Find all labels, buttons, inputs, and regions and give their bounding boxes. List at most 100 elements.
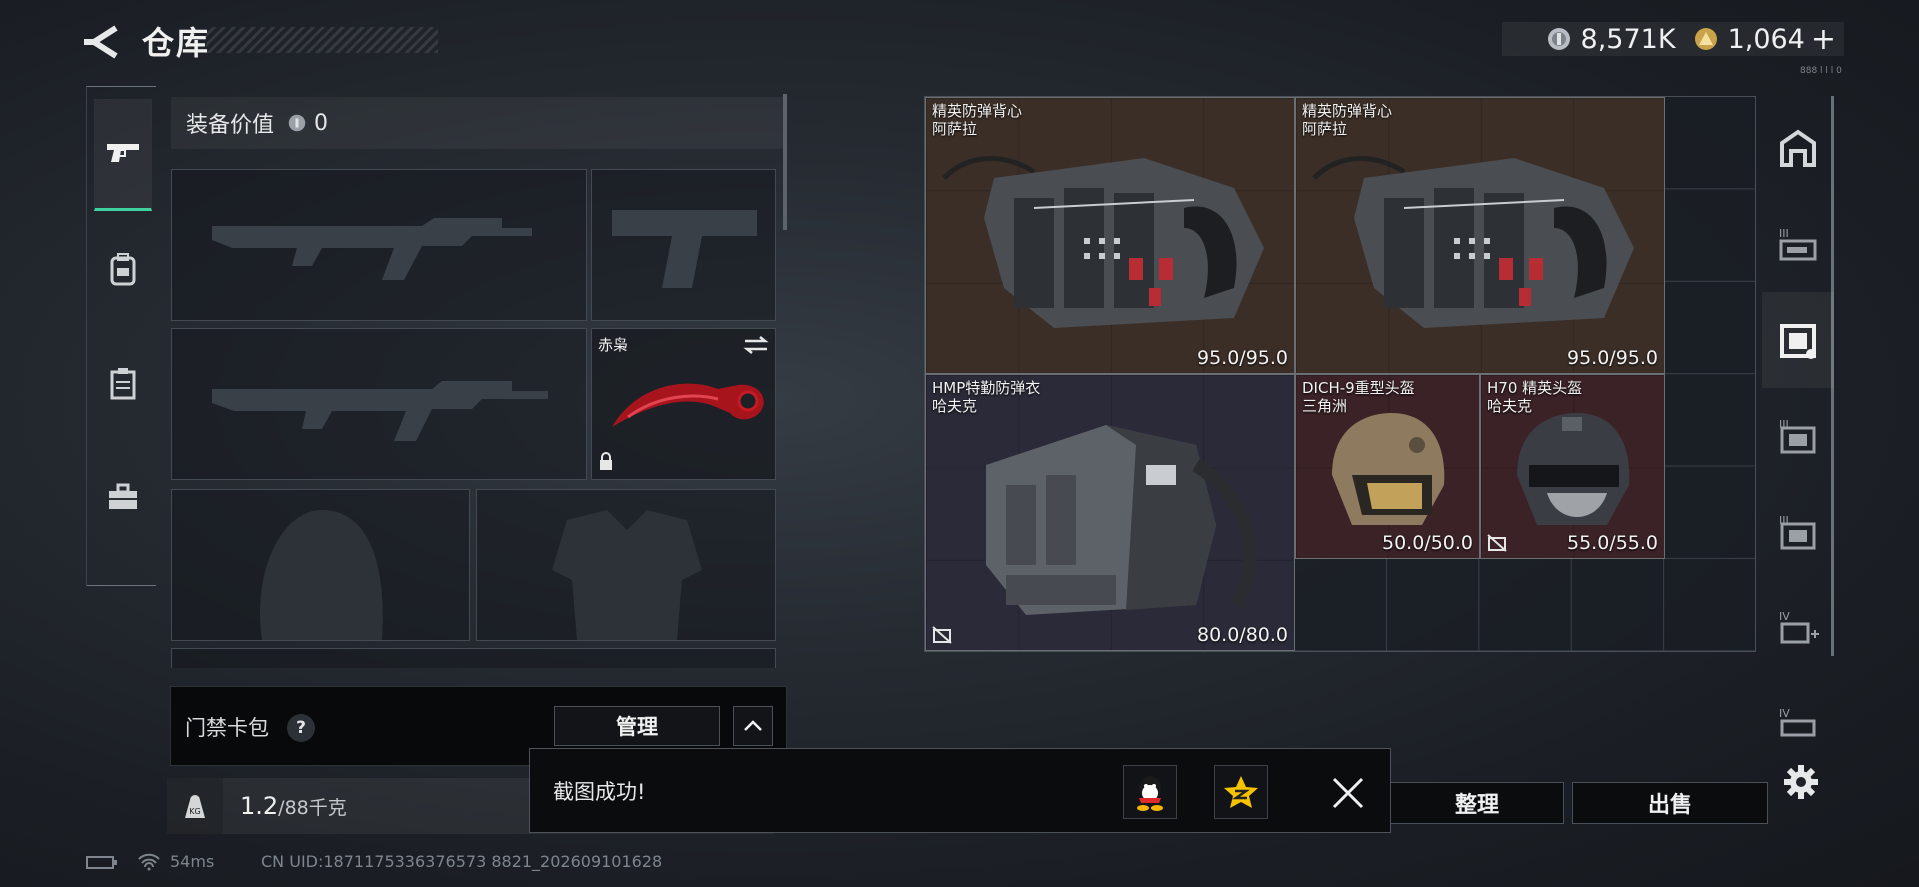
dich9-helmet-image-icon bbox=[1332, 413, 1445, 525]
stash-page-3d[interactable]: III bbox=[1762, 484, 1834, 580]
lock-icon bbox=[600, 452, 612, 470]
pistol-slot[interactable] bbox=[591, 169, 776, 321]
sell-button[interactable]: 出售 bbox=[1572, 782, 1768, 824]
h70-helmet-image-icon bbox=[1517, 413, 1630, 525]
melee-slot[interactable]: 赤枭 bbox=[591, 328, 776, 480]
toast-message: 截图成功! bbox=[553, 780, 646, 804]
elite-vest-image-icon bbox=[942, 156, 1264, 328]
stash-item[interactable]: HMP特勤防弹衣 哈夫克 80.0/80.0 bbox=[925, 374, 1295, 651]
title-stripe bbox=[206, 27, 438, 53]
sort-button[interactable]: 整理 bbox=[1390, 782, 1564, 824]
chevron-up-icon bbox=[744, 720, 762, 731]
backpack-slot[interactable] bbox=[171, 648, 776, 668]
elite-vest-image-icon bbox=[1312, 156, 1634, 328]
stash-page-all[interactable] bbox=[1762, 100, 1834, 196]
item-durability: 95.0/95.0 bbox=[1196, 347, 1288, 369]
ping-text: 54ms bbox=[170, 852, 215, 871]
weight-text: 1.2/88千克 bbox=[240, 792, 347, 820]
weight-kg-icon: KG bbox=[167, 778, 223, 834]
equipment-value-label: 装备价值 bbox=[186, 113, 275, 138]
equipment-value-amount: 0 bbox=[314, 110, 329, 136]
stash-page-nav: III III III IV bbox=[1762, 96, 1834, 656]
add-currency-button[interactable]: + bbox=[1811, 22, 1836, 57]
qq-icon bbox=[1137, 776, 1163, 811]
stash-tab-icon bbox=[1780, 324, 1816, 359]
stash-page-3c[interactable]: III bbox=[1762, 388, 1834, 484]
stash-page-3a[interactable]: III bbox=[1762, 196, 1834, 292]
item-durability: 50.0/50.0 bbox=[1381, 532, 1473, 554]
item-name: 精英防弹背心 阿萨拉 bbox=[1302, 102, 1393, 138]
nav-weapons[interactable] bbox=[94, 99, 152, 211]
case-icon bbox=[110, 368, 136, 400]
svg-text:IV: IV bbox=[1779, 707, 1790, 720]
rifle-silhouette-icon bbox=[212, 381, 548, 441]
collapse-button[interactable] bbox=[733, 706, 773, 746]
battery-icon bbox=[86, 855, 117, 869]
equipment-value-bar: 装备价值 0 bbox=[171, 97, 783, 149]
armor-slot[interactable] bbox=[476, 489, 776, 641]
page-title: 仓库 bbox=[142, 24, 211, 62]
currency-bar: 8,571K 1,064 + bbox=[1502, 22, 1844, 57]
backpack-icon bbox=[110, 253, 136, 286]
hmp-carrier-image-icon bbox=[986, 425, 1257, 615]
stash-tab-icon: III bbox=[1779, 514, 1816, 550]
pistol-icon bbox=[107, 144, 139, 162]
stash-page-4a[interactable]: IV bbox=[1762, 580, 1834, 676]
stash-tab-icon: III bbox=[1779, 227, 1817, 261]
item-durability: 80.0/80.0 bbox=[1196, 624, 1288, 646]
status-bar: 54ms bbox=[86, 852, 214, 871]
primary-weapon-slot[interactable] bbox=[171, 169, 587, 321]
rifle-silhouette-icon bbox=[212, 218, 532, 280]
svg-text:IV: IV bbox=[1779, 610, 1790, 623]
silver-coin-icon bbox=[1547, 28, 1570, 50]
nav-toolbox[interactable] bbox=[94, 441, 152, 553]
help-button[interactable]: ? bbox=[287, 714, 315, 742]
item-durability: 95.0/95.0 bbox=[1566, 347, 1658, 369]
tiny-version-text: 888 l l l 0 bbox=[1800, 66, 1842, 76]
karambit-knife-icon bbox=[612, 383, 764, 427]
no-insurance-icon bbox=[1487, 534, 1507, 552]
silver-coin-icon bbox=[288, 114, 306, 132]
loadout-scrollbar[interactable] bbox=[783, 94, 787, 230]
card-pack-label: 门禁卡包 bbox=[185, 716, 269, 740]
stash-item[interactable]: 精英防弹背心 阿萨拉 95.0/95.0 bbox=[1295, 97, 1665, 374]
svg-text:KG: KG bbox=[189, 807, 200, 816]
wifi-icon bbox=[138, 853, 160, 870]
stash-page-3b[interactable] bbox=[1762, 292, 1834, 388]
stash-tab-add-icon: IV bbox=[1779, 610, 1819, 644]
close-icon[interactable] bbox=[1330, 775, 1366, 811]
weight-value: 1.2 bbox=[240, 792, 279, 820]
gear-icon[interactable] bbox=[1783, 764, 1819, 800]
nav-container[interactable] bbox=[94, 327, 152, 439]
nav-gear[interactable] bbox=[94, 213, 152, 325]
helmet-slot[interactable] bbox=[171, 489, 470, 641]
swap-arrows-icon[interactable] bbox=[743, 335, 769, 355]
stash-item[interactable]: 精英防弹背心 阿萨拉 95.0/95.0 bbox=[925, 97, 1295, 374]
helmet-silhouette-icon bbox=[260, 510, 383, 640]
briefcase-icon bbox=[109, 483, 137, 509]
stash-item[interactable]: H70 精英头盔 哈夫克 55.0/55.0 bbox=[1480, 374, 1665, 559]
gold-amount: 1,064 bbox=[1727, 23, 1805, 55]
share-qq-button[interactable] bbox=[1123, 765, 1177, 819]
weight-capacity: /88千克 bbox=[278, 797, 347, 819]
pistol-silhouette-icon bbox=[612, 210, 757, 288]
melee-name: 赤枭 bbox=[598, 336, 629, 354]
stash-tab-icon: IV bbox=[1779, 707, 1816, 737]
stash-page-4b[interactable]: IV bbox=[1762, 690, 1834, 760]
item-durability: 55.0/55.0 bbox=[1566, 532, 1658, 554]
back-arrow-icon[interactable] bbox=[84, 22, 120, 62]
secondary-weapon-slot[interactable] bbox=[171, 328, 587, 480]
stash-tab-icon: III bbox=[1779, 418, 1816, 454]
stash-item[interactable]: DICH-9重型头盔 三角洲 50.0/50.0 bbox=[1295, 374, 1480, 559]
vest-silhouette-icon bbox=[552, 510, 702, 640]
qzone-star-icon bbox=[1224, 776, 1258, 808]
no-insurance-icon bbox=[932, 626, 952, 644]
stash-home-icon bbox=[1780, 129, 1816, 167]
manage-button[interactable]: 管理 bbox=[554, 706, 720, 746]
svg-text:III: III bbox=[1779, 227, 1789, 240]
uid-text: CN UID:1871175336376573 8821_20260910162… bbox=[261, 852, 663, 871]
left-category-nav bbox=[86, 86, 156, 586]
share-qzone-button[interactable] bbox=[1214, 765, 1268, 819]
gold-triangle-icon bbox=[1694, 28, 1717, 50]
silver-amount: 8,571K bbox=[1580, 23, 1676, 55]
